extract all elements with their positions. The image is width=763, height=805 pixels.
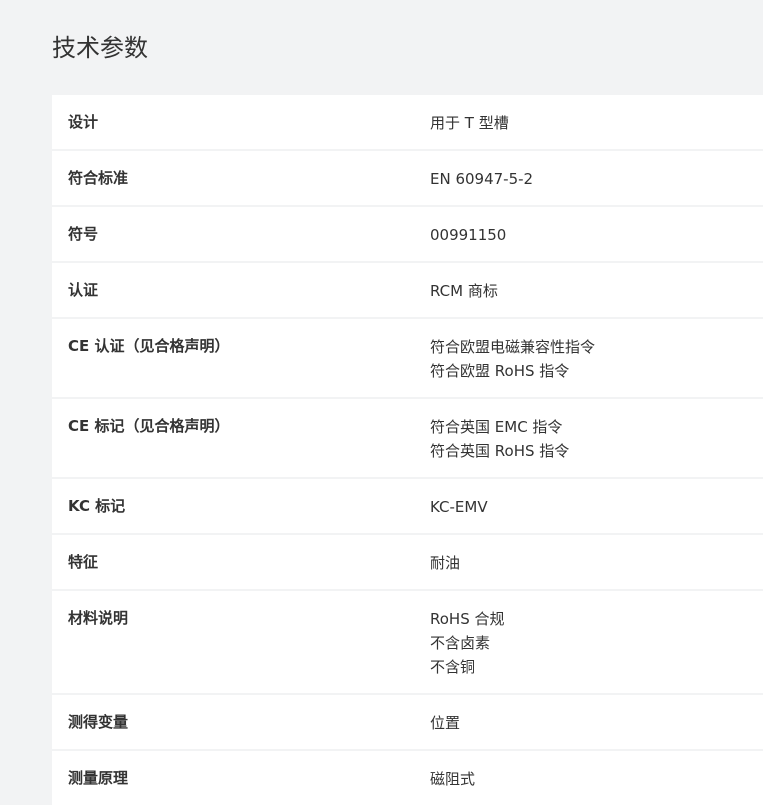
- spec-label: CE 认证（见合格声明）: [68, 337, 230, 355]
- spec-value: 用于 T 型槽: [430, 111, 763, 135]
- spec-row-kc-marking: KC 标记 KC-EMV: [52, 479, 763, 535]
- spec-value-line: 符合英国 EMC 指令: [430, 418, 563, 436]
- page: 技术参数 设计 用于 T 型槽 符合标准 EN 60947-5-2 符号 009…: [0, 0, 763, 805]
- spec-row-standard: 符合标准 EN 60947-5-2: [52, 151, 763, 207]
- spec-label: 认证: [68, 281, 99, 299]
- spec-row-certification: 认证 RCM 商标: [52, 263, 763, 319]
- spec-value: 耐油: [430, 551, 763, 575]
- spec-value-line: 用于 T 型槽: [430, 114, 509, 132]
- spec-row-feature: 特征 耐油: [52, 535, 763, 591]
- spec-row-measuring-principle: 测量原理 磁阻式: [52, 751, 763, 805]
- spec-row-material-notes: 材料说明 RoHS 合规 不含卤素 不含铜: [52, 591, 763, 695]
- spec-value: EN 60947-5-2: [430, 167, 763, 191]
- spec-value-line: 00991150: [430, 226, 507, 244]
- spec-value-line: 位置: [430, 714, 461, 732]
- spec-value-line: EN 60947-5-2: [430, 170, 534, 188]
- spec-label: 设计: [68, 113, 99, 131]
- spec-label: CE 标记（见合格声明）: [68, 417, 230, 435]
- spec-table: 设计 用于 T 型槽 符合标准 EN 60947-5-2 符号 00991150…: [52, 95, 763, 805]
- spec-label: 材料说明: [68, 609, 129, 627]
- spec-label: KC 标记: [68, 497, 126, 515]
- spec-row-ce-marking: CE 标记（见合格声明） 符合英国 EMC 指令 符合英国 RoHS 指令: [52, 399, 763, 479]
- spec-value-line: RCM 商标: [430, 282, 498, 300]
- spec-value: RoHS 合规 不含卤素 不含铜: [430, 607, 763, 679]
- spec-label: 测得变量: [68, 713, 129, 731]
- spec-row-ce-certification: CE 认证（见合格声明） 符合欧盟电磁兼容性指令 符合欧盟 RoHS 指令: [52, 319, 763, 399]
- spec-value-line: KC-EMV: [430, 498, 488, 516]
- spec-label: 符合标准: [68, 169, 129, 187]
- spec-label: 测量原理: [68, 769, 129, 787]
- spec-value-line: 符合英国 RoHS 指令: [430, 442, 570, 460]
- spec-label: 特征: [68, 553, 99, 571]
- spec-row-symbol: 符号 00991150: [52, 207, 763, 263]
- spec-value: RCM 商标: [430, 279, 763, 303]
- spec-value: 磁阻式: [430, 767, 763, 791]
- spec-value: 位置: [430, 711, 763, 735]
- spec-value-line: 符合欧盟电磁兼容性指令: [430, 338, 596, 356]
- spec-value: 00991150: [430, 223, 763, 247]
- spec-value-line: 不含卤素: [430, 634, 491, 652]
- spec-row-design: 设计 用于 T 型槽: [52, 95, 763, 151]
- spec-label: 符号: [68, 225, 99, 243]
- spec-value: KC-EMV: [430, 495, 763, 519]
- spec-value-line: 不含铜: [430, 658, 476, 676]
- spec-row-measured-variable: 测得变量 位置: [52, 695, 763, 751]
- spec-value: 符合欧盟电磁兼容性指令 符合欧盟 RoHS 指令: [430, 335, 763, 383]
- spec-value: 符合英国 EMC 指令 符合英国 RoHS 指令: [430, 415, 763, 463]
- spec-value-line: 符合欧盟 RoHS 指令: [430, 362, 570, 380]
- spec-value-line: 耐油: [430, 554, 461, 572]
- spec-value-line: RoHS 合规: [430, 610, 505, 628]
- spec-value-line: 磁阻式: [430, 770, 476, 788]
- page-title: 技术参数: [52, 34, 148, 62]
